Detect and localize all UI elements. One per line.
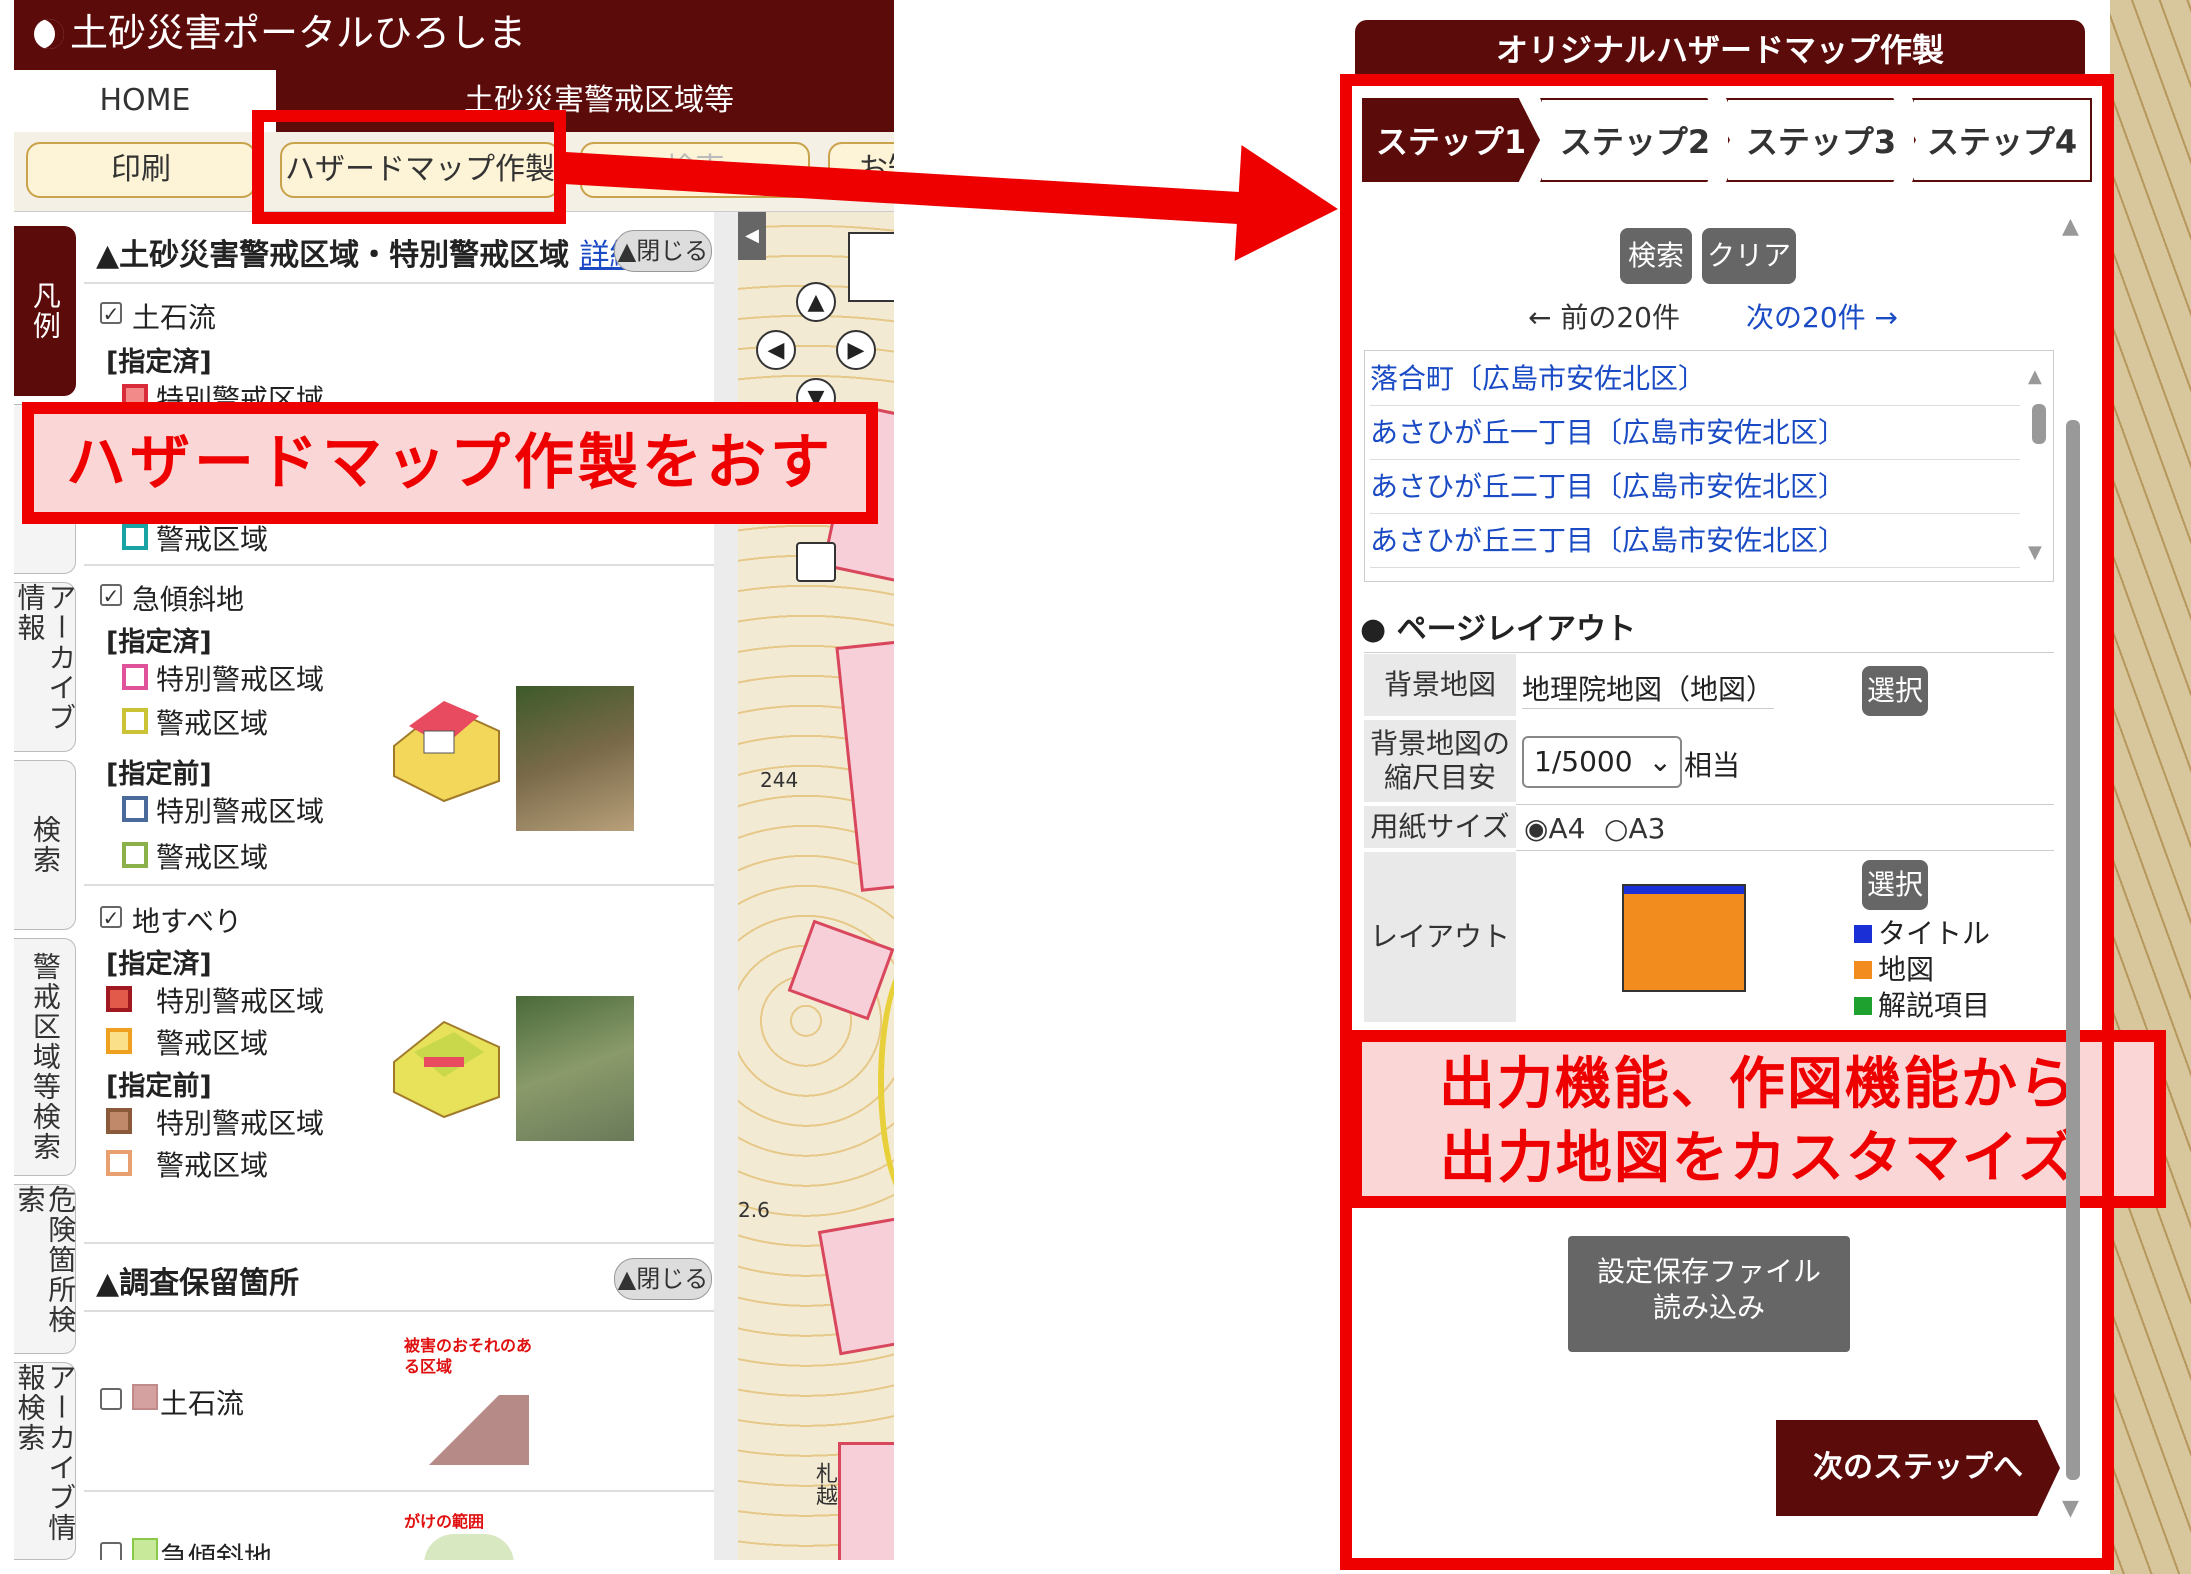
- tab-danger-search[interactable]: 危険箇所検索: [14, 1184, 77, 1354]
- legend-section-title: ▲土砂災害警戒区域・特別警戒区域 詳細: [96, 238, 640, 273]
- divider: [84, 1310, 714, 1312]
- debris-zone-label: 警戒区域: [156, 523, 269, 556]
- pre-designated-label: [指定前]: [106, 1071, 212, 1102]
- hold-steep-note: がけの範囲: [404, 1512, 485, 1531]
- hold-debris-note: 被害のおそれのある区域: [404, 1336, 533, 1376]
- landslide-pre-special-swatch: [106, 1108, 132, 1134]
- highlight-box: [252, 110, 566, 224]
- landslide-zone-swatch: [106, 1028, 132, 1054]
- debris-zone-swatch-2: [122, 524, 148, 550]
- debris-label: 土石流: [132, 301, 217, 334]
- divider: [84, 1242, 714, 1244]
- zoom-icon[interactable]: [796, 542, 836, 582]
- debris-checkbox[interactable]: ✓: [100, 302, 122, 324]
- callout-arrow-head: [1234, 145, 1342, 267]
- hold-steep-swatch: [132, 1538, 158, 1560]
- tab-archive[interactable]: アーカイブ情報: [14, 582, 77, 752]
- landslide-photo: [516, 996, 634, 1141]
- landslide-illustration: [384, 1002, 504, 1122]
- designated-label: [指定済]: [106, 949, 212, 980]
- close-button[interactable]: ▲閉じる: [614, 1258, 712, 1300]
- hold-steep-label: 急傾斜地: [160, 1541, 273, 1560]
- moon-logo-icon: [34, 19, 64, 49]
- instruction-callout: ハザードマップ作製をおす: [22, 402, 878, 524]
- landslide-pre-special-label: 特別警戒区域: [156, 1107, 325, 1140]
- panel-title: オリジナルハザードマップ作製: [1355, 20, 2085, 80]
- landslide-special-label: 特別警戒区域: [156, 985, 325, 1018]
- panel-toggle-icon[interactable]: ◀: [738, 212, 766, 260]
- hold-debris-checkbox[interactable]: [100, 1388, 122, 1410]
- zone-polygon: [817, 1214, 894, 1356]
- designated-label: [指定済]: [106, 347, 212, 378]
- elevation-label: 2.6: [738, 1198, 770, 1222]
- hold-section-title: ▲調査保留箇所: [96, 1266, 300, 1301]
- zone-polygon: [787, 919, 894, 1021]
- close-button[interactable]: ▲閉じる: [614, 230, 712, 272]
- divider: [84, 282, 714, 284]
- pan-up-icon[interactable]: ▲: [796, 282, 836, 322]
- hold-debris-swatch: [132, 1384, 158, 1410]
- panel-highlight-box: [1340, 74, 2114, 1570]
- pre-designated-label: [指定前]: [106, 759, 212, 790]
- steep-pre-zone-swatch: [122, 842, 148, 868]
- hold-steep-checkbox[interactable]: [100, 1542, 122, 1560]
- landslide-checkbox[interactable]: ✓: [100, 906, 122, 928]
- elevation-label: 244: [760, 768, 799, 792]
- steep-special-label: 特別警戒区域: [156, 663, 325, 696]
- steep-zone-label: 警戒区域: [156, 707, 269, 740]
- tab-zone-search[interactable]: 警戒区域等検索: [14, 938, 76, 1176]
- divider: [84, 564, 714, 566]
- place-label: 札越: [812, 1462, 837, 1506]
- steep-special-swatch: [122, 664, 148, 690]
- steep-pre-zone-label: 警戒区域: [156, 841, 269, 874]
- pan-left-icon[interactable]: ◀: [756, 330, 796, 370]
- map-background-strip: [2110, 0, 2191, 1574]
- print-button[interactable]: 印刷: [26, 142, 256, 198]
- tab-legend[interactable]: 凡例: [14, 226, 76, 396]
- hold-steep-illustration: [424, 1534, 514, 1560]
- landslide-pre-zone-label: 警戒区域: [156, 1149, 269, 1182]
- landslide-special-swatch: [106, 986, 132, 1012]
- map-overview-box: [848, 232, 894, 302]
- steep-illustration: [384, 686, 504, 806]
- divider: [84, 1490, 714, 1492]
- road: [878, 952, 894, 1212]
- pan-right-icon[interactable]: ▶: [836, 330, 876, 370]
- zone-polygon: [838, 1442, 894, 1560]
- portal-window: 土砂災害ポータルひろしま HOME 土砂災害警戒区域等 印刷 ハザードマップ作製…: [14, 0, 894, 1560]
- steep-checkbox[interactable]: ✓: [100, 584, 122, 606]
- steep-pre-special-swatch: [122, 796, 148, 822]
- divider: [84, 884, 714, 886]
- hold-debris-illustration: [424, 1380, 534, 1470]
- steep-label: 急傾斜地: [132, 583, 245, 616]
- landslide-pre-zone-swatch: [106, 1150, 132, 1176]
- nav-home[interactable]: HOME: [14, 70, 276, 132]
- landslide-label: 地すべり: [132, 905, 243, 938]
- hold-debris-label: 土石流: [160, 1387, 245, 1420]
- tab-archive-search[interactable]: アーカイブ情報検索: [14, 1362, 77, 1560]
- app-title: 土砂災害ポータルひろしま: [70, 11, 527, 55]
- designated-label: [指定済]: [106, 627, 212, 658]
- tab-search[interactable]: 検索: [14, 760, 76, 930]
- steep-photo: [516, 686, 634, 831]
- landslide-zone-label: 警戒区域: [156, 1027, 269, 1060]
- steep-zone-swatch: [122, 708, 148, 734]
- zone-polygon: [835, 638, 894, 892]
- app-header: 土砂災害ポータルひろしま: [14, 0, 894, 66]
- steep-pre-special-label: 特別警戒区域: [156, 795, 325, 828]
